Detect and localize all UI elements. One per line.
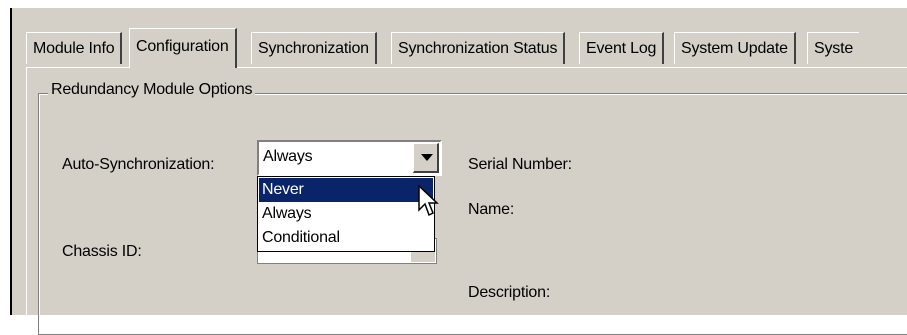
tab-system-partial[interactable]: Syste xyxy=(807,32,860,64)
option-conditional[interactable]: Conditional xyxy=(259,226,433,250)
option-always[interactable]: Always xyxy=(259,202,433,226)
cropped-caption-text xyxy=(0,0,907,8)
tab-system-update[interactable]: System Update xyxy=(674,32,796,64)
option-never[interactable]: Never xyxy=(259,178,433,202)
tab-module-info[interactable]: Module Info xyxy=(26,32,123,64)
module-properties-dialog: Module Info Configuration Synchronizatio… xyxy=(10,8,907,315)
tab-synchronization[interactable]: Synchronization xyxy=(251,32,377,64)
auto-sync-dropdown-list[interactable]: Never Always Conditional xyxy=(257,176,435,252)
tab-strip: Module Info Configuration Synchronizatio… xyxy=(26,28,907,68)
mouse-pointer-icon xyxy=(418,185,439,217)
tab-synchronization-status[interactable]: Synchronization Status xyxy=(391,32,566,64)
tab-configuration[interactable]: Configuration xyxy=(129,28,237,68)
configuration-panel xyxy=(26,67,907,315)
tab-event-log[interactable]: Event Log xyxy=(579,32,665,64)
